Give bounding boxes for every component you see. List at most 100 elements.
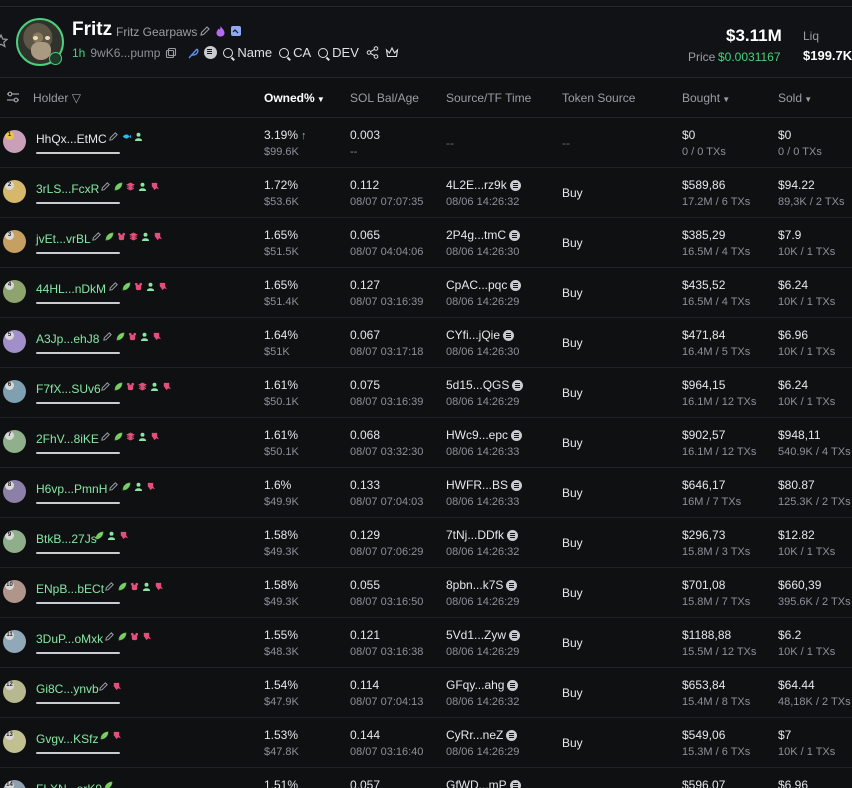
holder-avatar[interactable]: 10 [3,580,26,603]
holder-address[interactable]: 3rLS...FcxR [36,182,99,196]
user-icon [142,582,151,591]
holder-address[interactable]: HhQx...EtMC [36,132,107,146]
sol-balance: 0.129 [350,528,381,542]
image-search-icon[interactable] [230,25,242,37]
holder-tags [95,531,128,540]
table-row[interactable]: 5 A3Jp...ehJ8 1.64% $51K 0.067 08/07 03:… [0,318,852,368]
col-token-source[interactable]: Token Source [562,91,635,105]
source-wallet[interactable]: 8pbn...k7S [446,578,518,592]
source-address: 2P4g...tmC [446,228,507,242]
source-wallet[interactable]: CpAC...pqc [446,278,522,292]
col-sol[interactable]: SOL Bal/Age [350,91,419,105]
sol-balance: 0.144 [350,728,381,742]
edit-icon [108,131,119,142]
star-icon[interactable] [0,34,8,48]
table-row[interactable]: 6 F7fX...SUv6 1.61% $50.1K 0.075 08/07 0… [0,368,852,418]
holder-address[interactable]: F7fX...SUv6 [36,382,101,396]
source-wallet[interactable]: CYfi...jQie [446,328,515,342]
copy-icon[interactable] [165,47,177,59]
source-wallet[interactable]: 5d15...QGS [446,378,524,392]
holder-avatar[interactable]: 7 [3,430,26,453]
holder-address[interactable]: H6vp...PmnH [36,482,107,496]
holder-avatar[interactable]: 3 [3,230,26,253]
holder-address[interactable]: ENpB...bECt [36,582,104,596]
col-holder[interactable]: Holder ▽ [33,91,81,105]
source-wallet[interactable]: HWc9...epc [446,428,523,442]
bought-txs: 16.4M / 5 TXs [682,346,751,358]
holder-address[interactable]: 2FhV...8iKE [36,432,99,446]
holder-address[interactable]: FLXN...orK9 [36,782,102,788]
holder-avatar[interactable]: 6 [3,380,26,403]
ribbon-icon [150,432,159,441]
table-row[interactable]: 9 BtkB...27Js 1.58% $49.3K 0.129 08/07 0… [0,518,852,568]
search-ca-link[interactable]: CA [279,45,311,60]
bought-amount: $653,84 [682,678,726,692]
table-row[interactable]: 4 44HL...nDkM 1.65% $51.4K 0.127 08/07 0… [0,268,852,318]
holder-address[interactable]: Gvgv...KSfz [36,732,98,746]
token-full-name: Fritz Gearpaws [116,25,198,39]
source-wallet[interactable]: GFqy...ahg [446,678,519,692]
token-age: 1h [72,45,86,60]
holder-address[interactable]: jvEt...vrBL [36,232,91,246]
owned-usd: $53.6K [264,196,299,208]
table-row[interactable]: 11 3DuP...oMxk 1.55% $48.3K 0.121 08/07 … [0,618,852,668]
holder-address[interactable]: BtkB...27Js [36,532,97,546]
sliders-icon[interactable] [6,91,20,103]
holder-address[interactable]: 44HL...nDkM [36,282,106,296]
holder-avatar[interactable]: 9 [3,530,26,553]
table-row[interactable]: 12 Gi8C...ynvb 1.54% $47.9K 0.114 08/07 … [0,668,852,718]
source-wallet[interactable]: HWFR...BS [446,478,522,492]
table-row[interactable]: 7 2FhV...8iKE 1.61% $50.1K 0.068 08/07 0… [0,418,852,468]
holder-avatar[interactable]: 2 [3,180,26,203]
table-row[interactable]: 10 ENpB...bECt 1.58% $49.3K 0.055 08/07 … [0,568,852,618]
feather-icon[interactable] [187,46,200,59]
holder-avatar[interactable]: 12 [3,680,26,703]
table-row[interactable]: 13 Gvgv...KSfz 1.53% $47.8K 0.144 08/07 … [0,718,852,768]
table-row[interactable]: 14 FLXN...orK9 1.51% 0.057 GfWD...mP $59… [0,768,852,788]
bought-amount: $1188,88 [682,628,732,642]
rank-badge: 1 [5,131,14,140]
col-source[interactable]: Source/TF Time [446,91,531,105]
source-address: CYfi...jQie [446,328,501,342]
holder-avatar[interactable]: 11 [3,630,26,653]
search-name-link[interactable]: Name [223,45,272,60]
table-row[interactable]: 8 H6vp...PmnH 1.6% $49.9K 0.133 08/07 07… [0,468,852,518]
source-wallet[interactable]: 2P4g...tmC [446,228,521,242]
token-address[interactable]: 9wK6...pump [90,46,160,60]
source-wallet[interactable]: 5Vd1...Zyw [446,628,521,642]
bought-txs: 0 / 0 TXs [682,146,726,158]
holder-address[interactable]: 3DuP...oMxk [36,632,103,646]
owned-percent-value: 1.65% [264,228,299,242]
edit-icon[interactable] [199,25,211,37]
holder-avatar[interactable]: 1 [3,130,26,153]
token-source: Buy [562,736,583,750]
source-wallet[interactable]: 7tNj...DDfk [446,528,519,542]
filter-icon[interactable]: ▽ [68,91,81,105]
holder-address[interactable]: A3Jp...ehJ8 [36,332,99,346]
website-icon[interactable] [204,46,218,59]
table-row[interactable]: 3 jvEt...vrBL 1.65% $51.5K 0.065 08/07 0… [0,218,852,268]
search-dev-link[interactable]: DEV [318,45,359,60]
holder-avatar[interactable]: 5 [3,330,26,353]
user-icon [134,132,143,141]
col-owned[interactable]: Owned% ▼ [264,91,325,105]
source-wallet[interactable]: GfWD...mP [446,778,521,788]
source-icon [510,279,522,291]
share-icon[interactable] [366,46,379,59]
leaf-icon [118,582,127,591]
source-wallet[interactable]: 4L2E...rz9k [446,178,521,192]
holder-avatar[interactable]: 13 [3,730,26,753]
source-wallet[interactable]: CyRr...neZ [446,728,518,742]
holder-avatar[interactable]: 4 [3,280,26,303]
bought-txs: 15.8M / 3 TXs [682,546,751,558]
col-bought[interactable]: Bought ▼ [682,91,730,105]
col-sold[interactable]: Sold ▼ [778,91,812,105]
holder-avatar[interactable]: 8 [3,480,26,503]
sold-txs: 10K / 1 TXs [778,346,836,358]
table-row[interactable]: 2 3rLS...FcxR 1.72% $53.6K 0.112 08/07 0… [0,168,852,218]
holder-address[interactable]: Gi8C...ynvb [36,682,99,696]
crown-icon[interactable] [385,46,399,59]
table-row[interactable]: 1 HhQx...EtMC 3.19% ↑ $99.6K 0.003 -- -- … [0,118,852,168]
holder-avatar[interactable]: 14 [3,780,26,788]
sol-balance: 0.112 [350,178,380,192]
